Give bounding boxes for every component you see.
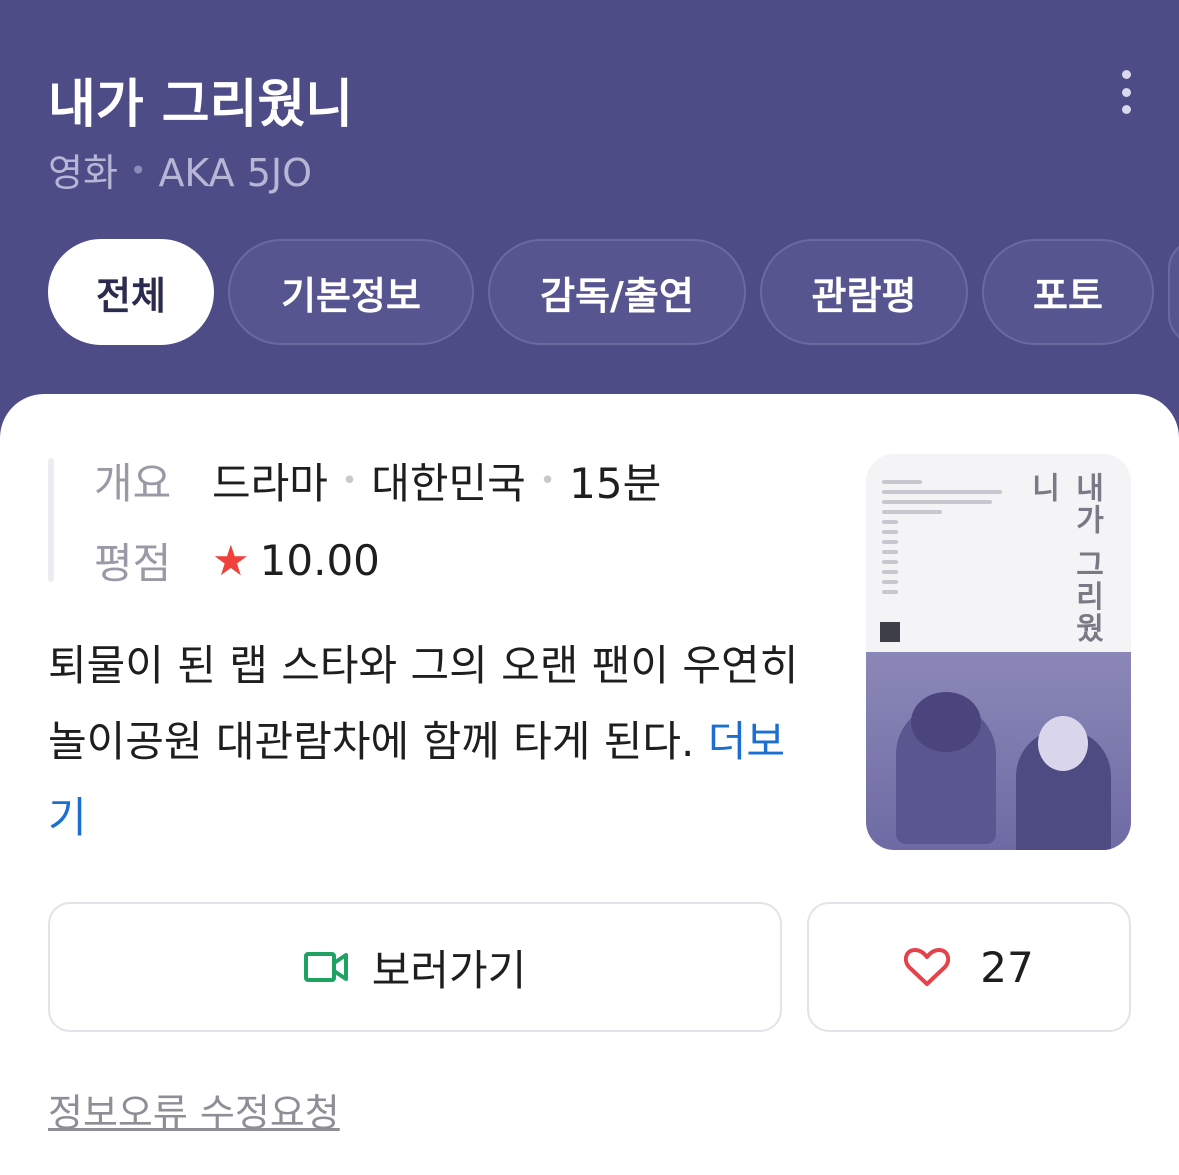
movie-info-page: 내가 그리웠니 영화 • AKA 5JO 전체 기본정보 감독/출연 관람평 포토 … xyxy=(0,0,1179,1175)
runtime: 15분 xyxy=(569,459,662,508)
tab-photos[interactable]: 포토 xyxy=(982,239,1154,345)
country: 대한민국 xyxy=(371,459,526,508)
overview-label: 개요 xyxy=(94,459,172,508)
poster-title: 내가 그리웠니 xyxy=(1025,472,1104,645)
tab-basic-info[interactable]: 기본정보 xyxy=(228,239,474,345)
poster-top: 내가 그리웠니 xyxy=(866,454,1131,652)
header: 내가 그리웠니 영화 • AKA 5JO 전체 기본정보 감독/출연 관람평 포토 xyxy=(0,0,1179,440)
info-accent-bar xyxy=(48,458,54,582)
separator-dot: • xyxy=(539,465,556,496)
overview-row: 개요 드라마 • 대한민국 • 15분 xyxy=(94,450,661,511)
page-title: 내가 그리웠니 xyxy=(48,75,354,135)
tab-next-partial[interactable] xyxy=(1168,239,1179,345)
rating-value: 10.00 xyxy=(259,536,380,585)
video-camera-icon xyxy=(303,952,348,982)
more-dot-icon xyxy=(1121,105,1131,114)
rating-row: 평점 ★ 10.00 xyxy=(94,530,380,591)
aka-label: AKA 5JO xyxy=(158,151,313,195)
tab-all[interactable]: 전체 xyxy=(48,239,214,345)
like-count: 27 xyxy=(980,942,1034,992)
poster-figure-head xyxy=(1038,716,1088,771)
poster-figure-head xyxy=(911,692,981,752)
synopsis: 퇴물이 된 랩 스타와 그의 오랜 팬이 우연히 놀이공원 대관람차에 함께 타… xyxy=(48,628,818,856)
watch-button[interactable]: 보러가기 xyxy=(48,902,782,1032)
tab-cast[interactable]: 감독/출연 xyxy=(488,239,746,345)
like-button[interactable]: 27 xyxy=(807,902,1131,1032)
heart-icon xyxy=(904,948,951,986)
category-label: 영화 xyxy=(48,151,118,195)
separator-dot: • xyxy=(341,465,358,496)
separator-dot: • xyxy=(129,154,147,187)
genre: 드라마 xyxy=(212,459,328,508)
movie-poster[interactable]: 내가 그리웠니 xyxy=(866,454,1131,850)
qr-code-icon xyxy=(880,622,900,642)
watch-label: 보러가기 xyxy=(371,945,527,995)
poster-credits xyxy=(882,480,1042,600)
more-dot-icon xyxy=(1121,70,1131,79)
synopsis-text: 퇴물이 된 랩 스타와 그의 오랜 팬이 우연히 놀이공원 대관람차에 함께 타… xyxy=(48,641,799,766)
subtitle: 영화 • AKA 5JO xyxy=(48,142,312,197)
tab-bar: 전체 기본정보 감독/출연 관람평 포토 xyxy=(48,239,1179,345)
tab-reviews[interactable]: 관람평 xyxy=(760,239,968,345)
more-dot-icon xyxy=(1121,87,1131,97)
more-options-button[interactable] xyxy=(1104,64,1148,120)
star-icon: ★ xyxy=(212,536,250,585)
rating-label: 평점 xyxy=(94,539,172,588)
report-error-link[interactable]: 정보오류 수정요청 xyxy=(48,1082,340,1137)
